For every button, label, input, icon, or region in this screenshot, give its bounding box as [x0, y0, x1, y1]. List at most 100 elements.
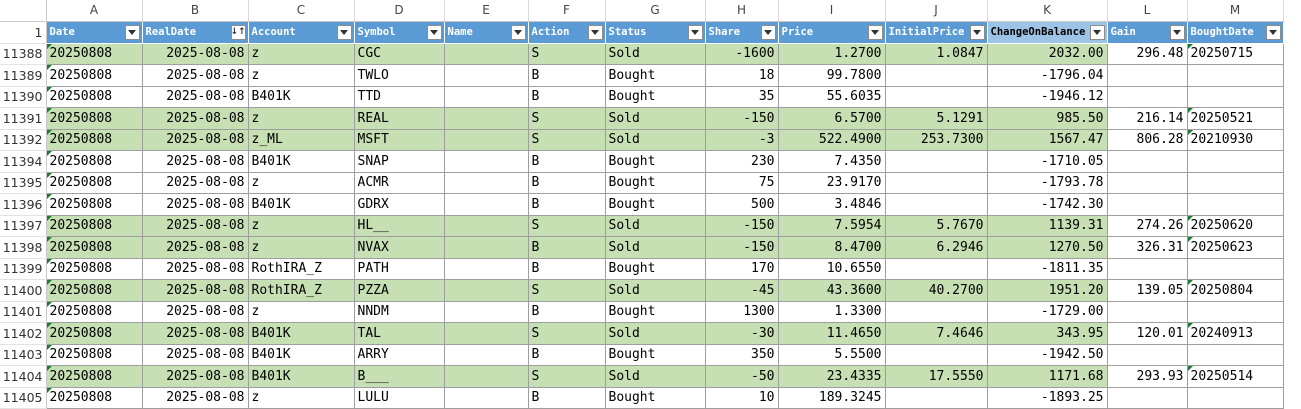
- field-header-changeonbalance[interactable]: ChangeOnBalance: [987, 21, 1108, 44]
- cell-changeonbalance[interactable]: -1793.78: [987, 172, 1108, 194]
- cell-initialprice[interactable]: [885, 344, 988, 366]
- cell-boughtdate[interactable]: 20240913: [1187, 322, 1284, 345]
- cell-boughtdate[interactable]: 20250521: [1187, 107, 1284, 130]
- cell-name[interactable]: [444, 86, 529, 108]
- row-number[interactable]: 11403: [0, 344, 47, 366]
- filter-dropdown-icon[interactable]: [969, 24, 985, 40]
- cell-status[interactable]: Sold: [605, 43, 706, 65]
- field-header-boughtdate[interactable]: BoughtDate: [1187, 21, 1284, 44]
- cell-price[interactable]: 8.4700: [778, 236, 886, 259]
- cell-status[interactable]: Bought: [605, 86, 706, 108]
- cell-action[interactable]: S: [528, 322, 606, 345]
- cell-share[interactable]: 18: [705, 64, 779, 87]
- column-header-b[interactable]: B: [142, 0, 249, 22]
- cell-gain[interactable]: 274.26: [1107, 215, 1188, 237]
- row-number[interactable]: 1: [0, 21, 47, 44]
- cell-name[interactable]: [444, 172, 529, 194]
- cell-action[interactable]: S: [528, 279, 606, 302]
- cell-name[interactable]: [444, 107, 529, 130]
- cell-price[interactable]: 5.5500: [778, 344, 886, 366]
- cell-realdate[interactable]: 2025-08-08: [142, 279, 249, 302]
- cell-date[interactable]: 20250808: [46, 387, 143, 409]
- cell-action[interactable]: B: [528, 236, 606, 259]
- cell-action[interactable]: B: [528, 258, 606, 280]
- cell-symbol[interactable]: SNAP: [354, 150, 445, 173]
- field-header-price[interactable]: Price: [778, 21, 886, 44]
- cell-symbol[interactable]: GDRX: [354, 193, 445, 216]
- cell-price[interactable]: 7.5954: [778, 215, 886, 237]
- cell-name[interactable]: [444, 387, 529, 409]
- cell-date[interactable]: 20250808: [46, 107, 143, 130]
- cell-boughtdate[interactable]: [1187, 344, 1284, 366]
- cell-realdate[interactable]: 2025-08-08: [142, 64, 249, 87]
- cell-symbol[interactable]: MSFT: [354, 129, 445, 151]
- field-header-symbol[interactable]: Symbol: [354, 21, 445, 44]
- filter-dropdown-icon[interactable]: [426, 24, 442, 40]
- filter-dropdown-icon[interactable]: [1169, 24, 1185, 40]
- row-number[interactable]: 11395: [0, 172, 47, 194]
- filter-dropdown-icon[interactable]: [1089, 24, 1105, 40]
- cell-account[interactable]: z: [248, 107, 355, 130]
- column-header-m[interactable]: M: [1187, 0, 1284, 22]
- cell-symbol[interactable]: HL__: [354, 215, 445, 237]
- cell-gain[interactable]: [1107, 193, 1188, 216]
- cell-name[interactable]: [444, 365, 529, 388]
- cell-realdate[interactable]: 2025-08-08: [142, 344, 249, 366]
- cell-boughtdate[interactable]: [1187, 387, 1284, 409]
- cell-name[interactable]: [444, 236, 529, 259]
- cell-date[interactable]: 20250808: [46, 322, 143, 345]
- cell-date[interactable]: 20250808: [46, 344, 143, 366]
- column-header-e[interactable]: E: [444, 0, 529, 22]
- cell-price[interactable]: 55.6035: [778, 86, 886, 108]
- cell-realdate[interactable]: 2025-08-08: [142, 193, 249, 216]
- cell-status[interactable]: Sold: [605, 365, 706, 388]
- cell-initialprice[interactable]: 5.7670: [885, 215, 988, 237]
- cell-share[interactable]: -150: [705, 107, 779, 130]
- cell-account[interactable]: B401K: [248, 150, 355, 173]
- cell-gain[interactable]: 139.05: [1107, 279, 1188, 302]
- cell-name[interactable]: [444, 64, 529, 87]
- cell-action[interactable]: B: [528, 193, 606, 216]
- cell-price[interactable]: 522.4900: [778, 129, 886, 151]
- cell-initialprice[interactable]: 7.4646: [885, 322, 988, 345]
- cell-share[interactable]: 75: [705, 172, 779, 194]
- cell-initialprice[interactable]: 253.7300: [885, 129, 988, 151]
- cell-status[interactable]: Sold: [605, 236, 706, 259]
- cell-gain[interactable]: [1107, 64, 1188, 87]
- cell-realdate[interactable]: 2025-08-08: [142, 236, 249, 259]
- column-header-d[interactable]: D: [354, 0, 445, 22]
- cell-gain[interactable]: [1107, 86, 1188, 108]
- cell-share[interactable]: -3: [705, 129, 779, 151]
- cell-price[interactable]: 6.5700: [778, 107, 886, 130]
- cell-action[interactable]: B: [528, 172, 606, 194]
- cell-action[interactable]: S: [528, 43, 606, 65]
- cell-status[interactable]: Bought: [605, 64, 706, 87]
- cell-initialprice[interactable]: [885, 258, 988, 280]
- cell-boughtdate[interactable]: [1187, 86, 1284, 108]
- column-header-a[interactable]: A: [46, 0, 143, 22]
- field-header-share[interactable]: Share: [705, 21, 779, 44]
- cell-gain[interactable]: 293.93: [1107, 365, 1188, 388]
- select-all-corner[interactable]: [0, 0, 47, 22]
- cell-price[interactable]: 10.6550: [778, 258, 886, 280]
- cell-date[interactable]: 20250808: [46, 193, 143, 216]
- cell-name[interactable]: [444, 279, 529, 302]
- sort-filter-icon[interactable]: ↓↑: [230, 24, 246, 40]
- cell-realdate[interactable]: 2025-08-08: [142, 215, 249, 237]
- cell-realdate[interactable]: 2025-08-08: [142, 387, 249, 409]
- cell-symbol[interactable]: B___: [354, 365, 445, 388]
- cell-price[interactable]: 23.4335: [778, 365, 886, 388]
- cell-name[interactable]: [444, 150, 529, 173]
- row-number[interactable]: 11388: [0, 43, 47, 65]
- cell-account[interactable]: z: [248, 172, 355, 194]
- cell-name[interactable]: [444, 193, 529, 216]
- cell-date[interactable]: 20250808: [46, 64, 143, 87]
- cell-date[interactable]: 20250808: [46, 43, 143, 65]
- column-header-l[interactable]: L: [1107, 0, 1188, 22]
- column-header-f[interactable]: F: [528, 0, 606, 22]
- cell-share[interactable]: 35: [705, 86, 779, 108]
- cell-realdate[interactable]: 2025-08-08: [142, 258, 249, 280]
- cell-status[interactable]: Sold: [605, 279, 706, 302]
- cell-symbol[interactable]: LULU: [354, 387, 445, 409]
- cell-changeonbalance[interactable]: -1796.04: [987, 64, 1108, 87]
